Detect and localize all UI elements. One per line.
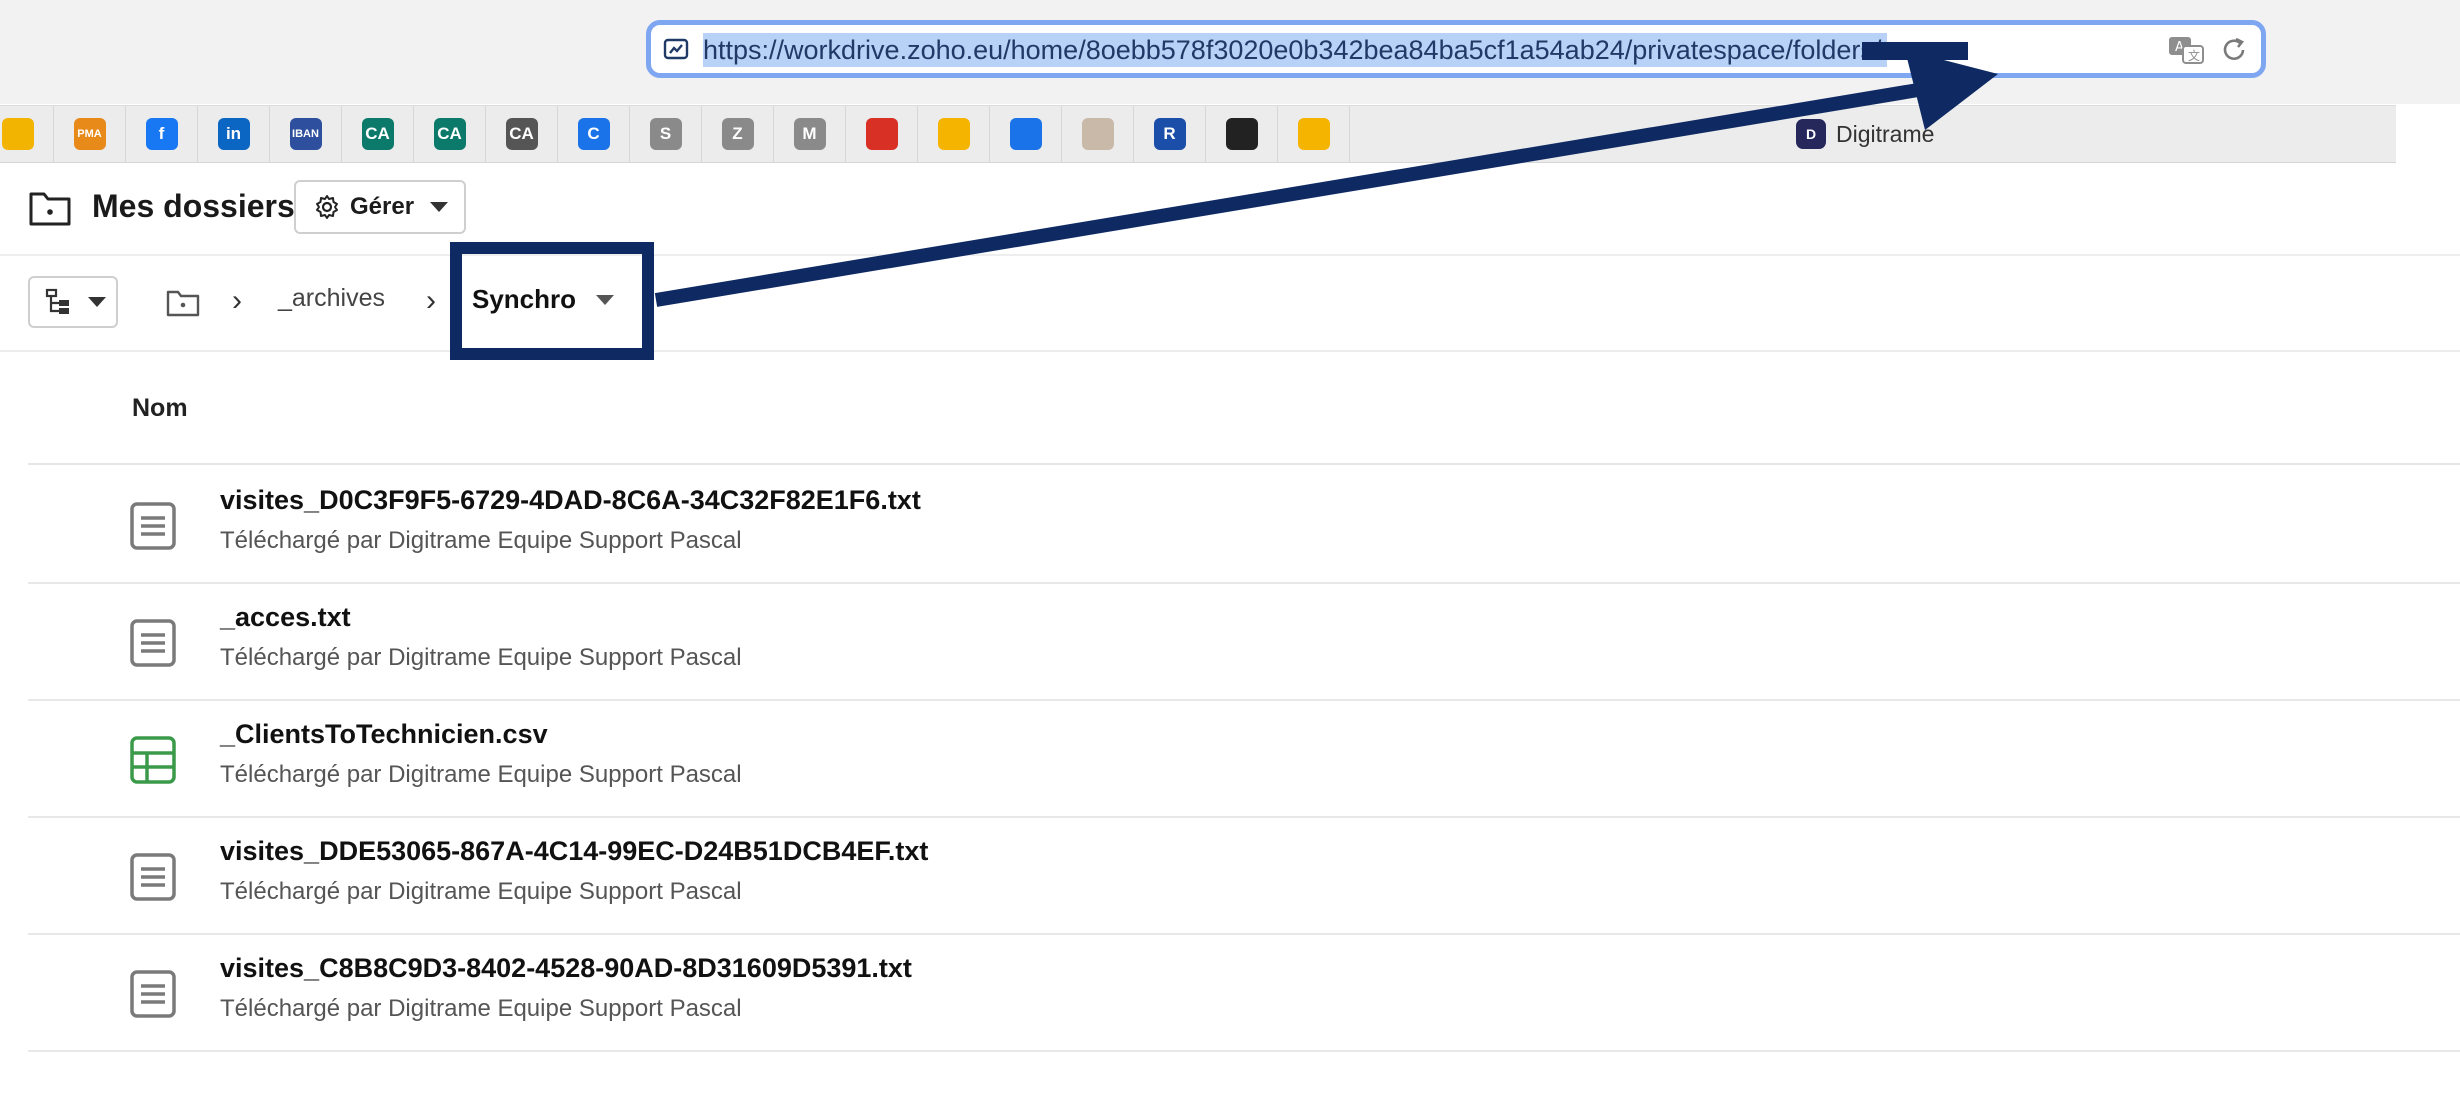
digitrame-bookmark[interactable]: D Digitrame [1796, 106, 1934, 162]
breadcrumb: › _archives › Synchro [0, 256, 2460, 352]
credit-agricole-icon: CA [361, 118, 394, 150]
slides-icon [1297, 118, 1330, 150]
credit-agricole-icon: CA [433, 118, 466, 150]
r-bookmark[interactable]: R [1134, 106, 1206, 162]
reload-icon[interactable] [2219, 35, 2249, 65]
linkedin-icon: in [217, 118, 250, 150]
s-icon: S [649, 118, 682, 150]
table-row[interactable]: _acces.txt Téléchargé par Digitrame Equip… [28, 582, 2460, 701]
column-header-name[interactable]: Nom [132, 394, 188, 423]
pma-icon: PMA [73, 118, 106, 150]
file-uploader: Téléchargé par Digitrame Equipe Support … [220, 878, 742, 905]
chevron-down-icon [88, 297, 106, 307]
hc-icon [1081, 118, 1114, 150]
iban-icon: IBAN [289, 118, 322, 150]
browser-toolbar: https://workdrive.zoho.eu/home/8oebb578f… [0, 0, 2460, 104]
gear-icon [316, 195, 338, 219]
svg-text:文: 文 [2188, 48, 2200, 63]
file-name[interactable]: visites_C8B8C9D3-8402-4528-90AD-8D31609D… [220, 953, 912, 984]
folder-icon [29, 192, 71, 226]
megaphone-bookmark[interactable] [846, 106, 918, 162]
text-file-icon [130, 853, 176, 901]
digitrame-bookmark-label: Digitrame [1836, 120, 1935, 147]
facebook-bookmark[interactable]: f [126, 106, 198, 162]
site-info-icon[interactable] [663, 36, 689, 62]
file-name[interactable]: _ClientsToTechnicien.csv [220, 719, 548, 750]
page-header: Mes dossiers Gérer [0, 162, 2460, 256]
slides-bookmark[interactable] [1278, 106, 1350, 162]
m-icon: M [793, 118, 826, 150]
breadcrumb-item-archives[interactable]: _archives [278, 284, 385, 313]
r-icon: R [1153, 118, 1186, 150]
page-title: Mes dossiers [92, 188, 295, 224]
file-name[interactable]: visites_D0C3F9F5-6729-4DAD-8C6A-34C32F82… [220, 485, 921, 516]
notes-icon [937, 118, 970, 150]
m-bookmark[interactable]: M [774, 106, 846, 162]
hc-bookmark[interactable] [1062, 106, 1134, 162]
chevron-right-icon: › [426, 284, 436, 317]
task-icon [1009, 118, 1042, 150]
file-uploader: Téléchargé par Digitrame Equipe Support … [220, 995, 742, 1022]
digitrame-logo-icon: D [1796, 119, 1826, 149]
credit-agricole-idf-bookmark[interactable]: CA [486, 106, 558, 162]
folder-tree-button[interactable] [28, 276, 118, 328]
manage-label: Gérer [350, 193, 415, 220]
root-folder-icon[interactable] [166, 288, 200, 318]
chevron-down-icon [430, 202, 449, 212]
file-uploader: Téléchargé par Digitrame Equipe Support … [220, 761, 742, 788]
table-row[interactable]: visites_C8B8C9D3-8402-4528-90AD-8D31609D… [28, 933, 2460, 1052]
credit-agricole-bookmark[interactable]: CA [414, 106, 486, 162]
seagate-icon [1225, 118, 1258, 150]
credit-agricole-bookmark[interactable]: CA [342, 106, 414, 162]
credit-agricole-idf-icon: CA [505, 118, 538, 150]
bookmarks-bar: PMA f in IBAN CA CA CA C S Z M R D Digitrame [0, 105, 2396, 163]
notes-bookmark[interactable] [918, 106, 990, 162]
url-text[interactable]: https://workdrive.zoho.eu/home/8oebb578f… [703, 33, 1888, 67]
table-row[interactable]: visites_DDE53065-867A-4C14-99EC-D24B51DC… [28, 816, 2460, 935]
lightbulb-bookmark[interactable] [0, 106, 54, 162]
z-bookmark[interactable]: Z [702, 106, 774, 162]
file-uploader: Téléchargé par Digitrame Equipe Support … [220, 644, 742, 671]
c-logo-icon: C [577, 118, 610, 150]
seagate-bookmark[interactable] [1206, 106, 1278, 162]
chevron-right-icon: › [232, 284, 242, 317]
file-uploader: Téléchargé par Digitrame Equipe Support … [220, 527, 742, 554]
table-row[interactable]: _ClientsToTechnicien.csv Téléchargé par D… [28, 699, 2460, 818]
manage-button[interactable]: Gérer [294, 180, 466, 234]
megaphone-icon [865, 118, 898, 150]
text-file-icon [130, 970, 176, 1018]
table-row[interactable]: visites_D0C3F9F5-6729-4DAD-8C6A-34C32F82… [28, 465, 2460, 584]
facebook-icon: f [145, 118, 178, 150]
lightbulb-icon [1, 118, 34, 150]
z-icon: Z [721, 118, 754, 150]
c-logo-bookmark[interactable]: C [558, 106, 630, 162]
text-file-icon [130, 502, 176, 550]
pma-bookmark[interactable]: PMA [54, 106, 126, 162]
linkedin-bookmark[interactable]: in [198, 106, 270, 162]
iban-bookmark[interactable]: IBAN [270, 106, 342, 162]
highlight-box [450, 242, 654, 360]
tree-view-icon [45, 288, 69, 314]
translate-icon[interactable]: A 文 [2167, 34, 2205, 66]
address-bar[interactable]: https://workdrive.zoho.eu/home/8oebb578f… [646, 20, 2266, 78]
text-file-icon [130, 619, 176, 667]
task-bookmark[interactable] [990, 106, 1062, 162]
file-name[interactable]: _acces.txt [220, 602, 351, 633]
file-name[interactable]: visites_DDE53065-867A-4C14-99EC-D24B51DC… [220, 836, 928, 867]
spreadsheet-file-icon [130, 736, 176, 784]
s-bookmark[interactable]: S [630, 106, 702, 162]
